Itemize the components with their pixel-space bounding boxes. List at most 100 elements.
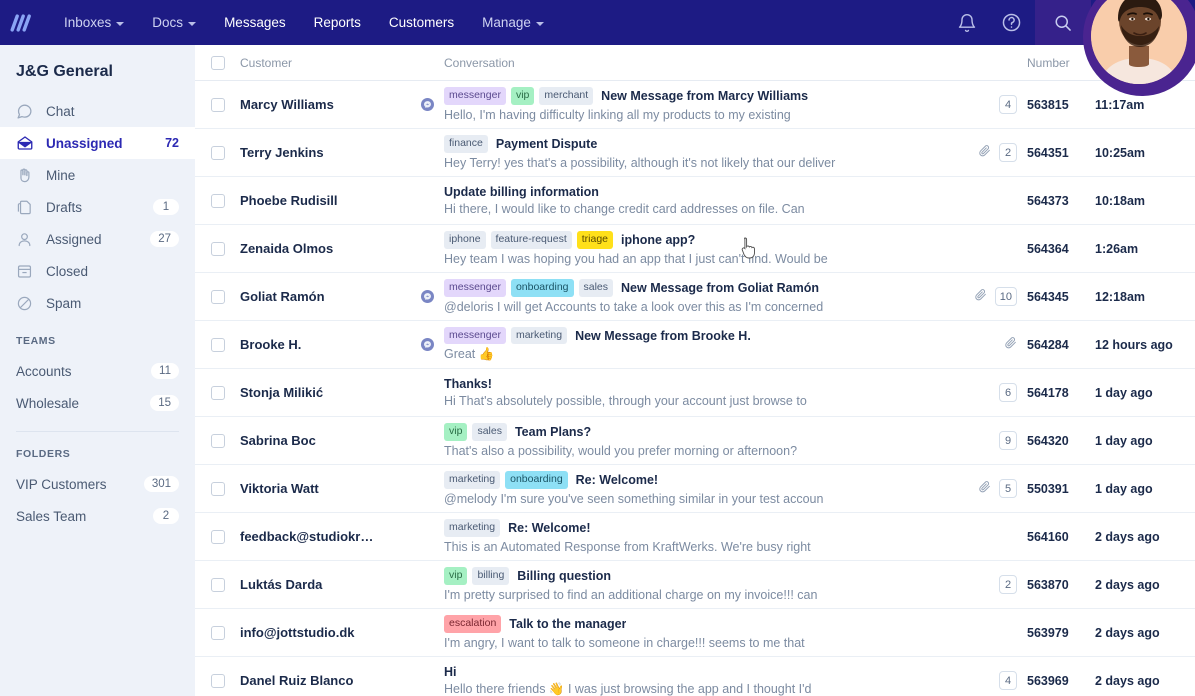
tag-finance[interactable]: finance bbox=[444, 135, 488, 153]
column-header-number[interactable]: Number bbox=[1017, 56, 1091, 70]
row-meta-cell: 4 bbox=[947, 671, 1017, 690]
select-all-cell bbox=[195, 55, 240, 70]
row-checkbox[interactable] bbox=[210, 385, 225, 400]
conversation-cell: Hi Hello there friends 👋 I was just brows… bbox=[444, 665, 947, 696]
sidebar-item-unassigned[interactable]: Unassigned 72 bbox=[0, 127, 195, 159]
sidebar-folder-vip-customers[interactable]: VIP Customers 301 bbox=[0, 468, 195, 500]
table-row[interactable]: feedback@studiokr… marketing Re: Welcome! T… bbox=[195, 513, 1195, 561]
tag-escalation[interactable]: escalation bbox=[444, 615, 502, 633]
conversation-preview: @melody I'm sure you've seen something s… bbox=[444, 491, 824, 506]
select-all-checkbox[interactable] bbox=[210, 55, 225, 70]
tag-sales[interactable]: sales bbox=[472, 423, 507, 441]
row-checkbox[interactable] bbox=[210, 529, 225, 544]
waiting-time: 10:25am bbox=[1095, 145, 1146, 160]
conversation-subject: Re: Welcome! bbox=[575, 473, 659, 487]
tag-sales[interactable]: sales bbox=[578, 279, 614, 297]
tag-marketing[interactable]: marketing bbox=[444, 471, 501, 489]
row-checkbox[interactable] bbox=[210, 145, 225, 160]
tag-merchant[interactable]: merchant bbox=[539, 87, 594, 105]
row-checkbox[interactable] bbox=[210, 193, 225, 208]
notifications-button[interactable] bbox=[947, 0, 987, 45]
conversation-subject: New Message from Brooke H. bbox=[575, 328, 751, 343]
tag-marketing[interactable]: marketing bbox=[510, 326, 568, 345]
conversation-preview: Hello there friends 👋 I was just browsin… bbox=[444, 681, 812, 696]
conversation-subject-line: messenger marketing New Message from Brook… bbox=[444, 326, 947, 345]
nav-item-customers[interactable]: Customers bbox=[375, 9, 468, 36]
sidebar-item-drafts[interactable]: Drafts 1 bbox=[0, 191, 195, 223]
tag-messenger[interactable]: messenger bbox=[444, 87, 506, 105]
sidebar-item-assigned[interactable]: Assigned 27 bbox=[0, 223, 195, 255]
table-row[interactable]: Brooke H. messenger marketing New Message f… bbox=[195, 321, 1195, 369]
table-row[interactable]: Sabrina Boc vip sales Team Plans? That's als… bbox=[195, 417, 1195, 465]
tag-vip[interactable]: vip bbox=[444, 423, 468, 441]
column-header-conversation[interactable]: Conversation bbox=[444, 56, 947, 70]
row-checkbox[interactable] bbox=[210, 577, 225, 592]
table-row[interactable]: Viktoria Watt marketing onboarding Re: Welc… bbox=[195, 465, 1195, 513]
table-row[interactable]: info@jottstudio.dk escalation Talk to the … bbox=[195, 609, 1195, 657]
sidebar-team-wholesale[interactable]: Wholesale 15 bbox=[0, 387, 195, 419]
table-row[interactable]: Phoebe Rudisill Update billing informatio… bbox=[195, 177, 1195, 225]
page-body: J&G General Chat Unassigned 72 Mine Draf… bbox=[0, 45, 1195, 696]
tag-billing[interactable]: billing bbox=[472, 567, 510, 585]
table-row[interactable]: Terry Jenkins finance Payment Dispute Hey T… bbox=[195, 129, 1195, 177]
customer-cell: Sabrina Boc bbox=[240, 433, 444, 448]
customer-name: Zenaida Olmos bbox=[240, 241, 334, 256]
sidebar-item-closed[interactable]: Closed bbox=[0, 255, 195, 287]
tag-onboarding[interactable]: onboarding bbox=[510, 279, 574, 297]
row-checkbox[interactable] bbox=[210, 433, 225, 448]
row-checkbox[interactable] bbox=[210, 673, 225, 688]
table-row[interactable]: Stonja Milikić Thanks! Hi That's absolutel… bbox=[195, 369, 1195, 417]
row-checkbox[interactable] bbox=[210, 481, 225, 496]
nav-item-manage[interactable]: Manage bbox=[468, 9, 558, 36]
help-button[interactable] bbox=[991, 0, 1031, 45]
conversation-preview: Hey team I was hoping you had an app tha… bbox=[444, 251, 828, 266]
tag-iphone[interactable]: iphone bbox=[444, 231, 486, 249]
conversation-cell: messenger vip merchant New Message from Mar… bbox=[444, 87, 947, 122]
helpscout-logo[interactable] bbox=[8, 10, 34, 36]
tag-messenger[interactable]: messenger bbox=[444, 279, 506, 297]
row-checkbox[interactable] bbox=[210, 289, 225, 304]
sidebar-item-label: Chat bbox=[46, 103, 75, 119]
table-row[interactable]: Danel Ruiz Blanco Hi Hello there friends 👋… bbox=[195, 657, 1195, 696]
table-row[interactable]: Luktás Darda vip billing Billing question I'… bbox=[195, 561, 1195, 609]
sidebar-team-label: Wholesale bbox=[16, 395, 80, 411]
drafts-icon bbox=[16, 198, 36, 216]
column-header-customer[interactable]: Customer bbox=[240, 56, 444, 70]
conversation-list: Customer Conversation Number Waiting Mar… bbox=[195, 45, 1195, 696]
sidebar-item-mine[interactable]: Mine bbox=[0, 159, 195, 191]
conversation-cell: iphone feature-request triage iphone app? He… bbox=[444, 231, 947, 266]
row-meta-cell bbox=[947, 336, 1017, 354]
customer-cell: Stonja Milikić bbox=[240, 385, 444, 400]
tag-vip[interactable]: vip bbox=[444, 567, 468, 585]
chevron-down-icon bbox=[116, 21, 125, 26]
nav-item-docs[interactable]: Docs bbox=[138, 9, 210, 36]
nav-item-inboxes[interactable]: Inboxes bbox=[50, 9, 138, 36]
sidebar-item-chat[interactable]: Chat bbox=[0, 95, 195, 127]
tag-vip[interactable]: vip bbox=[510, 87, 535, 105]
sidebar-item-spam[interactable]: Spam bbox=[0, 287, 195, 319]
tag-marketing[interactable]: marketing bbox=[444, 519, 501, 537]
customer-name: feedback@studiokr… bbox=[240, 529, 374, 544]
conversation-number: 564320 bbox=[1027, 433, 1069, 448]
tag-onboarding[interactable]: onboarding bbox=[505, 471, 568, 489]
customer-cell: Danel Ruiz Blanco bbox=[240, 673, 444, 688]
tag-triage[interactable]: triage bbox=[576, 231, 614, 249]
row-checkbox[interactable] bbox=[210, 241, 225, 256]
table-row[interactable]: Marcy Williams messenger vip merchant New Me… bbox=[195, 81, 1195, 129]
row-checkbox[interactable] bbox=[210, 625, 225, 640]
row-checkbox[interactable] bbox=[210, 97, 225, 112]
row-checkbox[interactable] bbox=[210, 337, 225, 352]
chevron-down-icon bbox=[535, 21, 544, 26]
conversation-number: 564345 bbox=[1027, 289, 1069, 304]
messenger-channel-icon bbox=[421, 290, 434, 303]
tag-feature-request[interactable]: feature-request bbox=[490, 231, 572, 249]
table-row[interactable]: Zenaida Olmos iphone feature-request triage… bbox=[195, 225, 1195, 273]
table-row[interactable]: Goliat Ramón messenger onboarding sales New … bbox=[195, 273, 1195, 321]
tag-messenger[interactable]: messenger bbox=[444, 326, 506, 345]
sidebar-folder-sales-team[interactable]: Sales Team 2 bbox=[0, 500, 195, 532]
nav-item-reports[interactable]: Reports bbox=[300, 9, 375, 36]
open-envelope-icon bbox=[16, 134, 36, 152]
sidebar-team-accounts[interactable]: Accounts 11 bbox=[0, 355, 195, 387]
conversation-subject-line: vip sales Team Plans? bbox=[444, 423, 947, 441]
nav-item-messages[interactable]: Messages bbox=[210, 9, 300, 36]
